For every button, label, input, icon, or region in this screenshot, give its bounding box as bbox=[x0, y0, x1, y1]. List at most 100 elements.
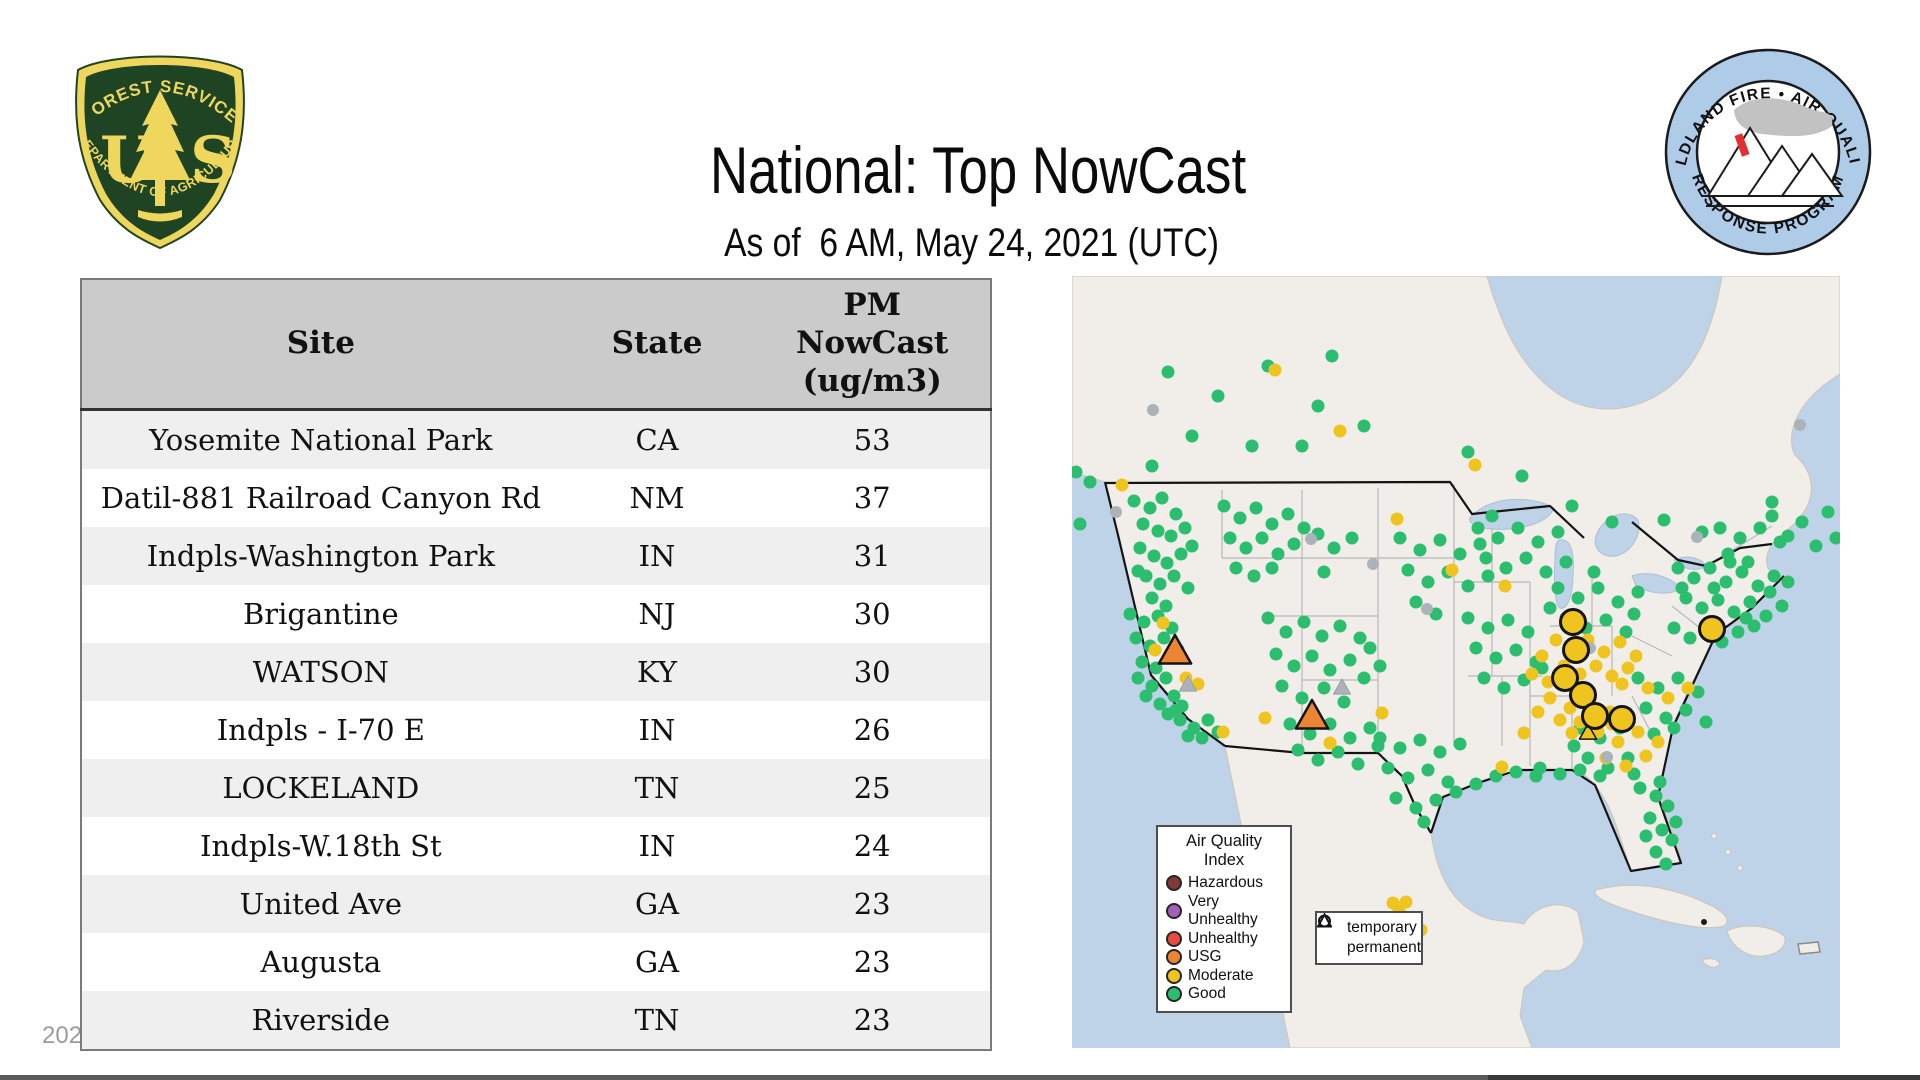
monitor-dot-good bbox=[1271, 547, 1285, 561]
monitor-dot-good bbox=[1269, 647, 1283, 661]
monitor-dot-good bbox=[1605, 515, 1619, 529]
monitor-dot-inactive bbox=[1691, 531, 1703, 543]
monitor-dot-good bbox=[1185, 539, 1199, 553]
monitor-dot-good bbox=[1477, 671, 1491, 685]
monitor-dot-moderate bbox=[1535, 649, 1549, 663]
monitor-dot-good bbox=[1489, 651, 1503, 665]
monitor-dot-inactive bbox=[1305, 533, 1317, 545]
top-nowcast-table: Site State PM NowCast (ug/m3) Yosemite N… bbox=[80, 278, 992, 1051]
table-row: Augusta GA 23 bbox=[81, 933, 991, 991]
monitor-dot-good bbox=[1501, 613, 1515, 627]
monitor-dot-good bbox=[1083, 475, 1097, 489]
table-cell: NJ bbox=[638, 597, 676, 631]
aqi-legend-label: Moderate bbox=[1188, 966, 1254, 984]
monitor-dot-moderate bbox=[1531, 705, 1545, 719]
monitor-dot-moderate bbox=[1115, 478, 1129, 492]
monitor-dot-good bbox=[1481, 621, 1495, 635]
table-cell: GA bbox=[634, 887, 680, 921]
table-cell: United Ave bbox=[239, 887, 402, 921]
monitor-dot-good bbox=[1401, 771, 1415, 785]
aqi-color-swatch-icon bbox=[1166, 903, 1182, 919]
monitor-dot-dark bbox=[1701, 919, 1707, 925]
monitor-dot-good bbox=[1461, 611, 1475, 625]
monitor-dot-good bbox=[1239, 541, 1253, 555]
monitor-dot-good bbox=[1247, 569, 1261, 583]
monitor-dot-good bbox=[1287, 659, 1301, 673]
monitor-dot-good bbox=[1643, 811, 1657, 825]
monitor-dot-good bbox=[1357, 671, 1371, 685]
aqi-legend-label: Hazardous bbox=[1188, 874, 1263, 891]
monitor-dot-inactive bbox=[1421, 603, 1433, 615]
monitor-dot-good bbox=[1283, 717, 1297, 731]
table-cell: IN bbox=[638, 829, 676, 863]
monitor-dot-moderate bbox=[1399, 895, 1413, 909]
monitor-dot-good bbox=[1721, 547, 1735, 561]
monitor-dot-good bbox=[1409, 595, 1423, 609]
table-cell: 23 bbox=[853, 945, 891, 979]
monitor-dot-good bbox=[1809, 539, 1823, 553]
monitor-dot-good bbox=[1665, 833, 1679, 847]
monitor-dot-good bbox=[1727, 605, 1741, 619]
monitor-dot-good bbox=[1413, 543, 1427, 557]
monitor-dot-good bbox=[1759, 609, 1773, 623]
monitor-dot-good bbox=[1123, 607, 1137, 621]
monitor-dot-moderate bbox=[1445, 563, 1459, 577]
monitor-dot-good bbox=[1515, 469, 1529, 483]
monitor-dot-good bbox=[1279, 625, 1293, 639]
monitor-dot-good bbox=[1181, 729, 1195, 743]
monitor-dot-good bbox=[1421, 575, 1435, 589]
monitor-dot-good bbox=[1679, 703, 1693, 717]
monitor-dot-good bbox=[1743, 595, 1757, 609]
monitor-dot-moderate bbox=[1517, 726, 1531, 740]
air-quality-map[interactable]: Air Quality Index Hazardous Very Unhealth… bbox=[1072, 276, 1840, 1048]
monitor-dot-good bbox=[1499, 561, 1513, 575]
monitor-dot-good bbox=[1593, 769, 1607, 783]
monitor-dot-good bbox=[1363, 641, 1377, 655]
monitor-dot-moderate bbox=[1651, 735, 1665, 749]
table-cell: 30 bbox=[853, 655, 891, 689]
monitor-dot-good bbox=[1767, 569, 1781, 583]
monitor-dot-good bbox=[1719, 575, 1733, 589]
monitor-dot-good bbox=[1351, 757, 1365, 771]
monitor-dot-good bbox=[1135, 655, 1149, 669]
aqi-color-swatch-icon bbox=[1166, 949, 1182, 966]
monitor-dot-good bbox=[1675, 581, 1689, 595]
monitor-dot-good bbox=[1127, 494, 1141, 508]
monitor-dot-good bbox=[1151, 524, 1165, 538]
monitor-dot-good bbox=[1129, 631, 1143, 645]
table-cell: 26 bbox=[853, 713, 891, 747]
monitor-dot-moderate bbox=[1619, 759, 1633, 773]
monitor-dot-good bbox=[1136, 517, 1150, 531]
table-cell: Brigantine bbox=[242, 597, 399, 631]
monitor-dot-good bbox=[1353, 631, 1367, 645]
table-cell: IN bbox=[638, 539, 676, 573]
column-header-pm-nowcast: PM NowCast (ug/m3) bbox=[754, 279, 991, 411]
monitor-dot-good bbox=[1161, 365, 1175, 379]
monitor-dot-good bbox=[1509, 643, 1523, 657]
table-cell: KY bbox=[637, 655, 678, 689]
aqi-legend-item: Unhealthy bbox=[1166, 930, 1282, 949]
aqi-legend-item: Hazardous bbox=[1166, 874, 1282, 893]
monitor-dot-good bbox=[1611, 595, 1625, 609]
table-cell: Indpls-Washington Park bbox=[146, 539, 495, 573]
monitor-dot-good bbox=[1449, 785, 1463, 799]
top-site-circle-marker bbox=[1581, 702, 1609, 730]
monitor-dot-good bbox=[1287, 537, 1301, 551]
monitor-dot-moderate bbox=[1597, 645, 1611, 659]
table-cell: 24 bbox=[853, 829, 891, 863]
table-cell: 23 bbox=[853, 1003, 891, 1037]
monitor-dot-good bbox=[1433, 533, 1447, 547]
monitor-dot-good bbox=[1531, 535, 1545, 549]
table-cell: Yosemite National Park bbox=[149, 423, 493, 457]
monitor-dot-good bbox=[1195, 731, 1209, 745]
monitor-dot-good bbox=[1649, 789, 1663, 803]
monitor-dot-good bbox=[1317, 681, 1331, 695]
monitor-dot-good bbox=[1157, 631, 1171, 645]
monitor-dot-moderate bbox=[1661, 691, 1675, 705]
table-row: Indpls-W.18th St IN 24 bbox=[81, 817, 991, 875]
monitor-dot-moderate bbox=[1495, 760, 1509, 774]
monitor-dot-good bbox=[1551, 525, 1565, 539]
monitor-dot-moderate bbox=[1468, 458, 1482, 472]
monitor-dot-inactive bbox=[1147, 404, 1159, 416]
shape-legend: temporary permanent bbox=[1315, 911, 1423, 965]
